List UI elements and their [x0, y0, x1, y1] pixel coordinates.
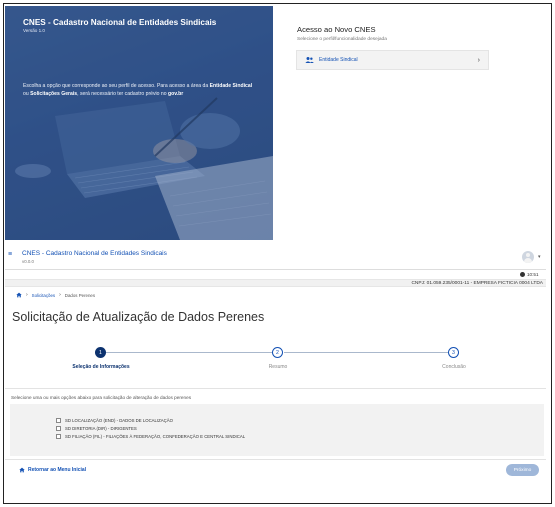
chevron-right-icon: ›: [477, 56, 480, 64]
hero-description: Escolha a opção que corresponde ao seu p…: [23, 82, 255, 98]
access-section: Acesso ao Novo CNES Selecione o perfil/f…: [297, 25, 387, 42]
options-panel: SD LOCALIZAÇÃO (END) - DADOS DE LOCALIZA…: [10, 404, 544, 456]
hero-text-part: , será necessário ter cadastro prévio no: [77, 91, 168, 97]
step-1[interactable]: 1: [95, 347, 106, 358]
option-label: SD DIRETORIA (DIR) - DIRIGENTES: [65, 426, 137, 431]
clock-icon: [520, 272, 525, 277]
hamburger-menu-icon[interactable]: ≡: [8, 251, 12, 258]
step-3-label: Conclusão: [442, 364, 466, 370]
hero-text-part: Escolha a opção que corresponde ao seu p…: [23, 83, 210, 89]
avatar[interactable]: [522, 251, 534, 263]
checkbox[interactable]: [56, 418, 61, 423]
option-label: SD FILIAÇÃO (FIL) - FILIAÇÕES À FEDERAÇÃ…: [65, 434, 246, 439]
step-connector: [106, 352, 272, 353]
hero-text-bold: Entidade Sindical: [209, 83, 253, 89]
profile-entidade-sindical-button[interactable]: Entidade Sindical ›: [296, 50, 489, 70]
page-title: Solicitação de Atualização de Dados Pere…: [12, 310, 265, 324]
app-header: ≡ CNES - Cadastro Nacional de Entidades …: [5, 247, 546, 269]
session-time-value: 10:51: [527, 272, 539, 277]
app-title: CNES - Cadastro Nacional de Entidades Si…: [22, 250, 167, 257]
header-divider: [5, 269, 546, 270]
breadcrumb-separator: ›: [26, 292, 28, 298]
session-time: 10:51: [520, 272, 539, 277]
option-diretoria[interactable]: SD DIRETORIA (DIR) - DIRIGENTES: [56, 426, 137, 431]
wizard-stepper: 1 2 3 Seleção de Informações Resumo Conc…: [5, 336, 546, 386]
back-label: Retornar ao Menu Inicial: [28, 467, 87, 473]
home-icon: [19, 467, 25, 473]
step-2-label: Resumo: [268, 364, 288, 370]
step-2[interactable]: 2: [272, 347, 283, 358]
back-to-menu-link[interactable]: Retornar ao Menu Inicial: [19, 467, 86, 473]
step-1-label: Seleção de Informações: [72, 364, 130, 370]
hero-banner: CNES - Cadastro Nacional de Entidades Si…: [5, 6, 273, 240]
step-connector: [284, 352, 449, 353]
option-filiacao[interactable]: SD FILIAÇÃO (FIL) - FILIAÇÕES À FEDERAÇÃ…: [56, 434, 245, 439]
breadcrumb: › Solicitações › Dados Perenes: [16, 292, 95, 298]
hero-version: Versão 1.0: [23, 28, 45, 33]
company-cnpj: CNPJ: 01.059.235/0001-11 - EMPRESA FICTI…: [411, 281, 543, 286]
company-bar: CNPJ: 01.059.235/0001-11 - EMPRESA FICTI…: [5, 279, 546, 287]
users-icon: [305, 57, 314, 63]
hero-laptop-illustration: [5, 6, 273, 240]
option-localizacao[interactable]: SD LOCALIZAÇÃO (END) - DADOS DE LOCALIZA…: [56, 418, 173, 423]
caret-down-icon[interactable]: ▾: [538, 254, 541, 260]
hero-text-bold: gov.br: [168, 91, 184, 97]
profile-label: Entidade Sindical: [319, 57, 358, 63]
instructions-text: Selecione uma ou mais opções abaixo para…: [11, 395, 192, 400]
breadcrumb-item-current: Dados Perenes: [64, 292, 96, 298]
breadcrumb-item-solicitacoes[interactable]: Solicitações: [32, 293, 55, 298]
checkbox[interactable]: [56, 434, 61, 439]
app-version: v0.0.0: [22, 259, 34, 264]
option-label: SD LOCALIZAÇÃO (END) - DADOS DE LOCALIZA…: [65, 418, 173, 423]
checkbox[interactable]: [56, 426, 61, 431]
footer-divider: [5, 459, 546, 460]
home-icon[interactable]: [16, 292, 22, 298]
hero-title: CNES - Cadastro Nacional de Entidades Si…: [23, 18, 217, 27]
step-3[interactable]: 3: [448, 347, 459, 358]
next-button[interactable]: Próximo: [506, 464, 539, 476]
stepper-divider: [5, 388, 546, 389]
breadcrumb-separator: ›: [59, 292, 61, 298]
hero-text-bold: Solicitações Gerais: [30, 91, 78, 97]
access-title: Acesso ao Novo CNES: [297, 25, 376, 34]
access-subtitle: Selecione o perfil/funcionalidade deseja…: [297, 37, 387, 42]
